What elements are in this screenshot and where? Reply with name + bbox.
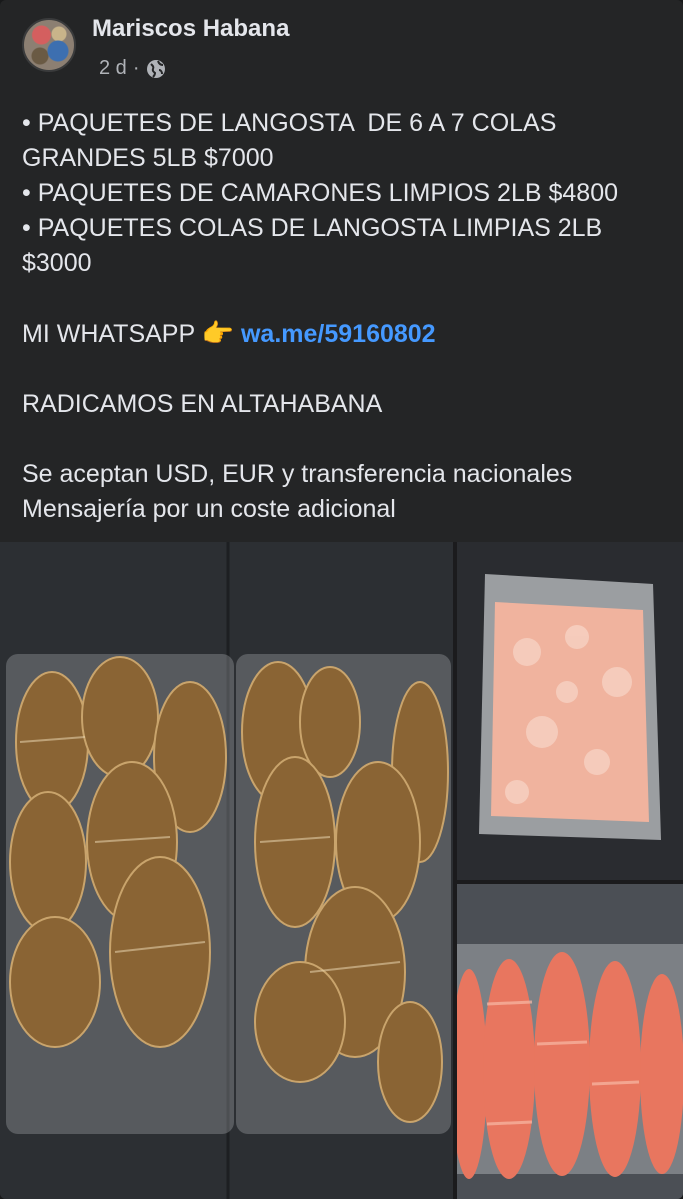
payment-text: Se aceptan USD, EUR y transferencia naci… (22, 460, 573, 488)
author-name[interactable]: Mariscos Habana (92, 15, 289, 43)
offer-line: • PAQUETES DE CAMARONES LIMPIOS 2LB $480… (22, 179, 618, 207)
photo-shrimp-package[interactable] (457, 542, 683, 880)
offer-line: • PAQUETES COLAS DE LANGOSTA LIMPIAS 2LB… (22, 214, 610, 277)
post-card: Mariscos Habana 2 d · • PAQUETES DE LANG… (0, 0, 683, 1199)
photo-lobster-tails-clean[interactable] (457, 884, 683, 1199)
whatsapp-line: MI WHATSAPP 👉 wa.me/59160802 (22, 316, 672, 352)
post-meta: 2 d · (99, 57, 167, 80)
pointing-hand-emoji: 👉 (201, 318, 235, 348)
whatsapp-label: MI WHATSAPP (22, 320, 202, 348)
avatar[interactable] (22, 18, 76, 72)
delivery-text: Mensajería por un coste adicional (22, 495, 396, 523)
photo-lobster-packages[interactable] (0, 542, 453, 1199)
photo-grid (0, 542, 683, 1199)
location-text: RADICAMOS EN ALTAHABANA (22, 390, 383, 418)
offer-line: • PAQUETES DE LANGOSTA DE 6 A 7 COLAS GR… (22, 109, 564, 172)
meta-dot: · (132, 57, 140, 79)
whatsapp-link[interactable]: wa.me/59160802 (241, 320, 436, 348)
post-time[interactable]: 2 d (99, 57, 127, 80)
globe-icon[interactable] (145, 58, 167, 80)
post-text: • PAQUETES DE LANGOSTA DE 6 A 7 COLAS GR… (22, 106, 672, 527)
